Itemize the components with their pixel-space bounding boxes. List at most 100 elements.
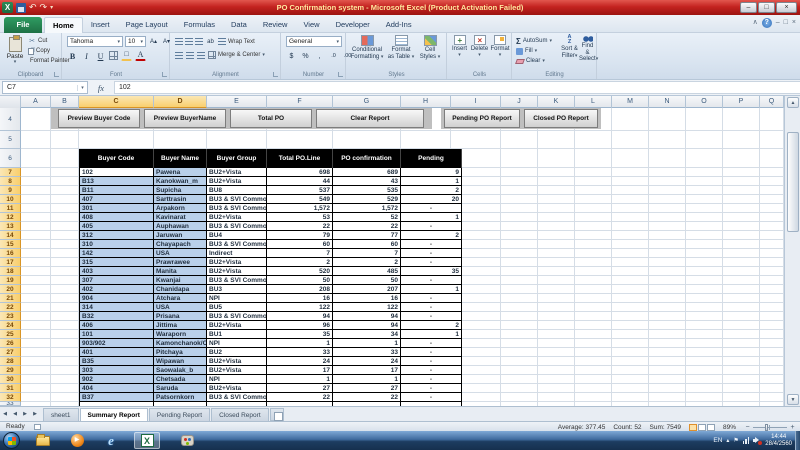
taskbar-media-player-icon[interactable]: ▶ bbox=[64, 432, 90, 449]
row-header-27[interactable]: 27 bbox=[0, 348, 21, 357]
cell[interactable]: 1,572 bbox=[267, 204, 333, 213]
column-header-A[interactable]: A bbox=[21, 96, 51, 108]
row-header-9[interactable]: 9 bbox=[0, 186, 21, 195]
prev-sheet-icon[interactable]: ◀ bbox=[10, 409, 20, 420]
row-header-28[interactable]: 28 bbox=[0, 357, 21, 366]
cell[interactable]: 529 bbox=[333, 195, 401, 204]
cell[interactable]: 2 bbox=[401, 231, 462, 240]
column-header-P[interactable]: P bbox=[723, 96, 760, 108]
cell[interactable]: 27 bbox=[333, 384, 401, 393]
cell[interactable]: 53 bbox=[267, 213, 333, 222]
cell[interactable]: 35 bbox=[267, 330, 333, 339]
cell[interactable]: B37 bbox=[79, 393, 154, 402]
cell[interactable]: 17 bbox=[333, 366, 401, 375]
row-header-32[interactable]: 32 bbox=[0, 393, 21, 402]
save-icon[interactable] bbox=[16, 3, 26, 13]
cell[interactable]: 142 bbox=[79, 249, 154, 258]
sheet-canvas[interactable]: Preview Buyer CodePreview BuyerNameTotal… bbox=[21, 108, 784, 406]
cell[interactable]: BU2+Vista bbox=[207, 357, 267, 366]
cell[interactable]: - bbox=[401, 366, 462, 375]
cell[interactable]: 52 bbox=[333, 213, 401, 222]
cell[interactable]: 9 bbox=[401, 168, 462, 177]
qat-customize-caret-icon[interactable]: ▾ bbox=[50, 4, 53, 11]
cell[interactable]: BU8 bbox=[207, 186, 267, 195]
cell[interactable]: 24 bbox=[333, 357, 401, 366]
select-all-corner[interactable] bbox=[0, 96, 21, 108]
accounting-format-button[interactable]: $ bbox=[286, 50, 297, 61]
cell[interactable]: 303 bbox=[79, 366, 154, 375]
cell[interactable]: USA bbox=[154, 303, 207, 312]
macro-record-icon[interactable] bbox=[34, 424, 41, 430]
find-select-button[interactable]: Find &Select▾ bbox=[579, 35, 596, 63]
orientation-icon[interactable]: ab bbox=[205, 36, 216, 47]
cell[interactable]: 549 bbox=[267, 195, 333, 204]
ribbon-tab-formulas[interactable]: Formulas bbox=[176, 17, 223, 33]
cell[interactable]: 689 bbox=[333, 168, 401, 177]
cell[interactable]: Indirect bbox=[207, 249, 267, 258]
cell[interactable]: 401 bbox=[79, 348, 154, 357]
wrap-text-button[interactable]: Wrap Text bbox=[218, 37, 255, 47]
cell[interactable]: 312 bbox=[79, 231, 154, 240]
ribbon-tab-add-ins[interactable]: Add-Ins bbox=[378, 17, 420, 33]
cell[interactable]: B13 bbox=[79, 177, 154, 186]
cell[interactable]: BU3 & SVI Common bbox=[207, 393, 267, 402]
row-header-16[interactable]: 16 bbox=[0, 249, 21, 258]
cell[interactable]: 122 bbox=[333, 303, 401, 312]
row-header-4[interactable]: 4 bbox=[0, 108, 21, 131]
cell[interactable]: BU3 & SVI Common bbox=[207, 204, 267, 213]
cell[interactable]: 24 bbox=[267, 357, 333, 366]
cell[interactable]: 904 bbox=[79, 294, 154, 303]
cell[interactable]: 102 bbox=[79, 168, 154, 177]
column-header-C[interactable]: C bbox=[79, 96, 154, 108]
insert-cells-button[interactable]: + Insert▾ bbox=[450, 35, 469, 57]
cell[interactable]: 22 bbox=[267, 393, 333, 402]
cell[interactable]: - bbox=[401, 258, 462, 267]
formula-input[interactable]: 102 bbox=[114, 81, 800, 94]
cell[interactable]: BU2+Vista bbox=[207, 321, 267, 330]
cell[interactable]: 208 bbox=[267, 285, 333, 294]
cell[interactable]: Wipawan bbox=[154, 357, 207, 366]
tray-expand-icon[interactable]: ▴ bbox=[726, 437, 729, 444]
grow-font-button[interactable]: A▴ bbox=[148, 36, 159, 47]
cell[interactable]: 101 bbox=[79, 330, 154, 339]
cell[interactable]: 1 bbox=[333, 339, 401, 348]
cell[interactable]: USA bbox=[154, 249, 207, 258]
cell[interactable]: 94 bbox=[333, 312, 401, 321]
column-header-Q[interactable]: Q bbox=[760, 96, 784, 108]
cell[interactable]: BU2+Vista bbox=[207, 267, 267, 276]
cell[interactable]: 485 bbox=[333, 267, 401, 276]
cell[interactable]: - bbox=[401, 384, 462, 393]
ribbon-tab-page-layout[interactable]: Page Layout bbox=[118, 17, 176, 33]
zoom-slider[interactable] bbox=[753, 427, 787, 428]
conditional-formatting-button[interactable]: ConditionalFormatting ▾ bbox=[349, 35, 385, 60]
cell[interactable]: 43 bbox=[333, 177, 401, 186]
zoom-level[interactable]: 89% bbox=[723, 424, 736, 431]
row-header-23[interactable]: 23 bbox=[0, 312, 21, 321]
row-header-21[interactable]: 21 bbox=[0, 294, 21, 303]
cell[interactable]: - bbox=[401, 276, 462, 285]
cell[interactable]: BU1 bbox=[207, 330, 267, 339]
cell[interactable]: 314 bbox=[79, 303, 154, 312]
fill-color-button[interactable]: □ bbox=[121, 50, 132, 61]
first-sheet-icon[interactable]: ◀ bbox=[0, 409, 10, 420]
row-header-12[interactable]: 12 bbox=[0, 213, 21, 222]
cell[interactable]: BU3 & SVI Common bbox=[207, 195, 267, 204]
cell[interactable]: 122 bbox=[267, 303, 333, 312]
cell[interactable]: 16 bbox=[267, 294, 333, 303]
bold-button[interactable]: B bbox=[67, 50, 78, 61]
cell[interactable]: 520 bbox=[267, 267, 333, 276]
merge-center-button[interactable]: Merge & Center▾ bbox=[208, 50, 265, 60]
cell[interactable]: 96 bbox=[267, 321, 333, 330]
cell[interactable]: 1 bbox=[267, 375, 333, 384]
format-as-table-button[interactable]: Formatas Table ▾ bbox=[387, 35, 415, 60]
cell[interactable]: - bbox=[401, 312, 462, 321]
cell[interactable]: BU3 & SVI Common bbox=[207, 276, 267, 285]
cell[interactable]: 33 bbox=[267, 348, 333, 357]
normal-view-icon[interactable] bbox=[689, 424, 697, 431]
cell[interactable]: 1 bbox=[401, 330, 462, 339]
minimize-button[interactable]: – bbox=[740, 2, 757, 13]
column-header-G[interactable]: G bbox=[333, 96, 401, 108]
macro-button-pending-po-report[interactable]: Pending PO Report bbox=[444, 109, 520, 128]
sort-filter-button[interactable]: AZ Sort &Filter▾ bbox=[561, 35, 578, 59]
close-button[interactable]: × bbox=[776, 2, 797, 13]
